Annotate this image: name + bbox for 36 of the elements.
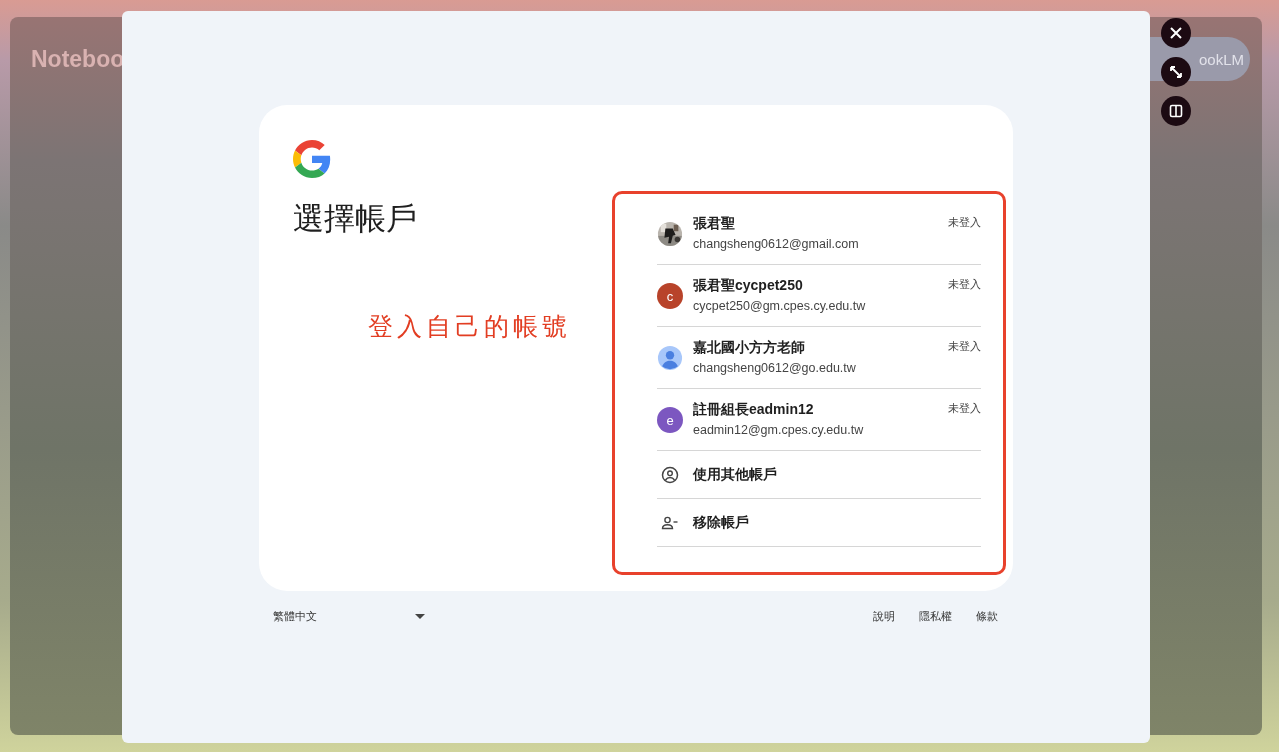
account-name: 張君聖 [693,215,736,233]
account-action-item[interactable]: 移除帳戶 [657,499,981,547]
handwritten-note: 登入自己的帳號 [368,311,571,343]
account-email: cycpet250@gm.cpes.cy.edu.tw [693,299,867,313]
language-select[interactable]: 繁體中文 [273,609,425,624]
person-avatar-icon [657,345,683,371]
footer-link[interactable]: 說明 [873,609,895,624]
account-email: changsheng0612@go.edu.tw [693,361,857,375]
status-label: 未登入 [948,339,981,354]
avatar-letter: e [657,407,683,433]
app-title: Noteboo [31,45,125,73]
diagonal-arrows-icon [1169,65,1183,79]
account-action-item[interactable]: 使用其他帳戶 [657,451,981,499]
account-email: changsheng0612@gmail.com [693,237,860,251]
action-label: 使用其他帳戶 [693,465,777,484]
dropdown-caret-icon [415,613,425,620]
person-circle-icon [661,465,679,484]
account-name: 張君聖cycpet250 [693,277,804,295]
footer-link[interactable]: 條款 [976,609,998,624]
footer-link[interactable]: 隱私權 [919,609,952,624]
status-label: 未登入 [948,277,981,292]
account-name: 註冊組長eadmin12 [693,401,815,419]
action-label: 移除帳戶 [693,513,749,532]
avatar-letter: c [657,283,683,309]
account-email: eadmin12@gm.cpes.cy.edu.tw [693,423,865,437]
g-logo-icon [293,140,331,178]
account-item[interactable]: c 張君聖cycpet250 cycpet250@gm.cpes.cy.edu.tw 未登入 [657,265,981,327]
account-item[interactable]: 嘉北國小方方老師 changsheng0612@go.edu.tw 未登入 [657,327,981,389]
status-label: 未登入 [948,401,981,416]
dialog-title: 選擇帳戶 [293,200,417,238]
account-item[interactable]: e 註冊組長eadmin12 eadmin12@gm.cpes.cy.edu.tw 未登入 [657,389,981,451]
split-panel-icon [1169,104,1183,118]
close-icon [1169,26,1183,40]
status-label: 未登入 [948,215,981,230]
account-item[interactable]: 張君聖 changsheng0612@gmail.com 未登入 [657,203,981,265]
account-name: 嘉北國小方方老師 [693,339,806,357]
